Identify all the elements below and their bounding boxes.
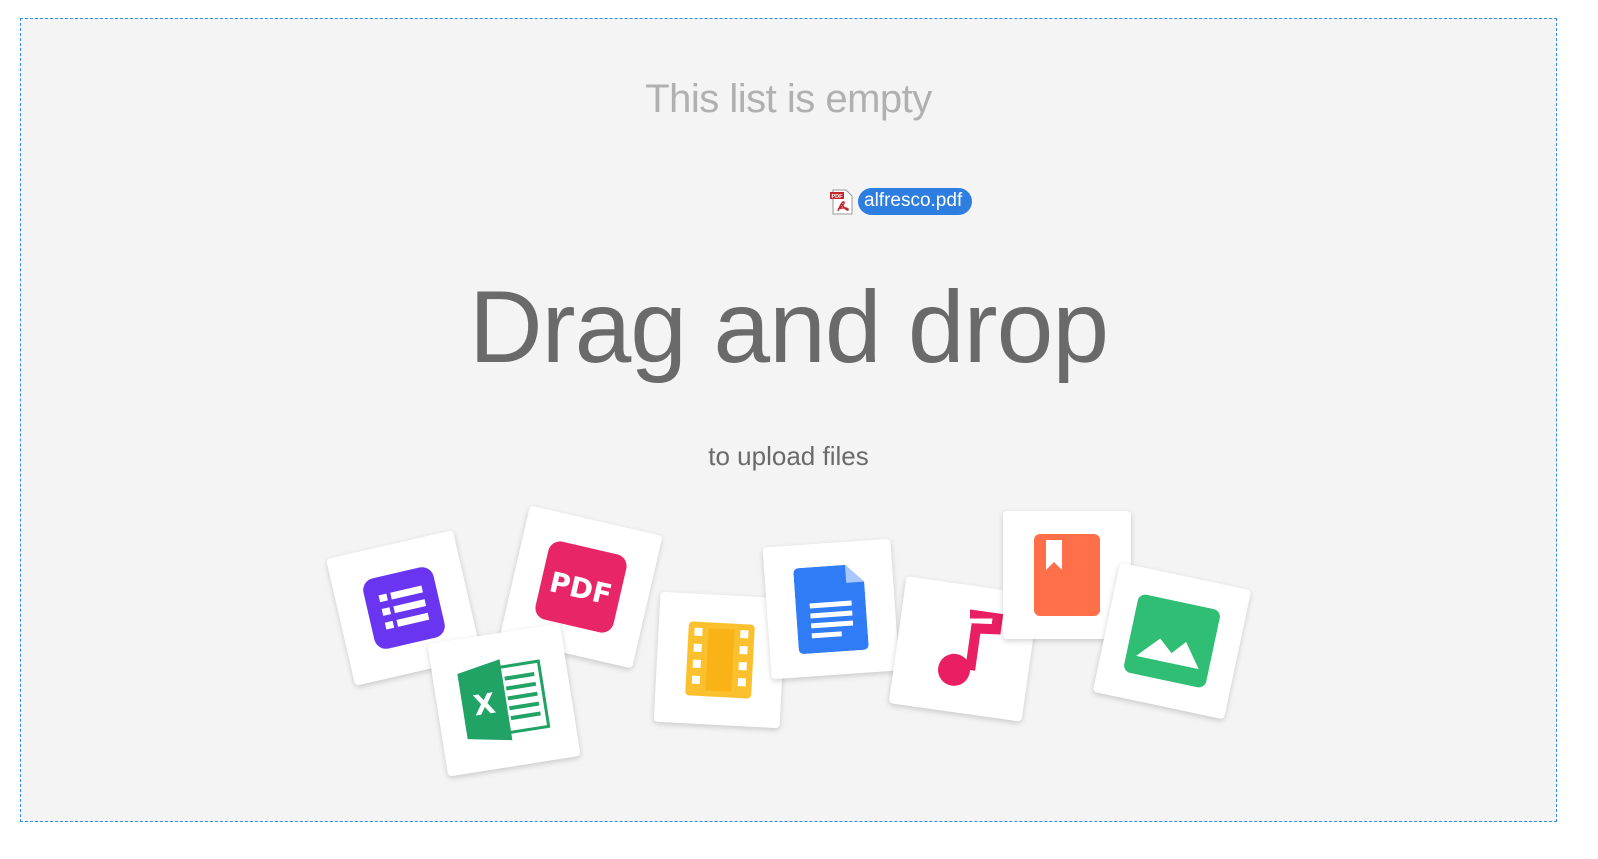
ebook-bookmark-icon bbox=[1034, 534, 1100, 616]
music-note-icon bbox=[938, 608, 1005, 686]
file-type-card-document bbox=[762, 538, 900, 680]
list-document-icon bbox=[363, 567, 445, 649]
empty-list-message: This list is empty bbox=[645, 77, 932, 121]
pdf-file-icon: PDF bbox=[830, 189, 853, 214]
drop-zone[interactable]: This list is empty PDF alfresco.pdf Drag… bbox=[20, 18, 1557, 822]
excel-spreadsheet-icon: X bbox=[457, 659, 551, 741]
pdf-icon: PDF bbox=[535, 541, 627, 633]
upload-subtitle: to upload files bbox=[708, 441, 869, 471]
svg-text:PDF: PDF bbox=[832, 194, 844, 200]
video-film-icon bbox=[685, 621, 755, 699]
dragged-file-name: alfresco.pdf bbox=[858, 188, 973, 215]
file-type-card-image bbox=[1092, 562, 1252, 720]
dragged-file-chip[interactable]: PDF alfresco.pdf bbox=[830, 188, 973, 215]
image-picture-icon bbox=[1124, 594, 1220, 688]
file-type-card-excel: X bbox=[427, 623, 581, 777]
text-document-icon bbox=[793, 564, 869, 654]
drag-and-drop-headline: Drag and drop bbox=[468, 270, 1109, 384]
